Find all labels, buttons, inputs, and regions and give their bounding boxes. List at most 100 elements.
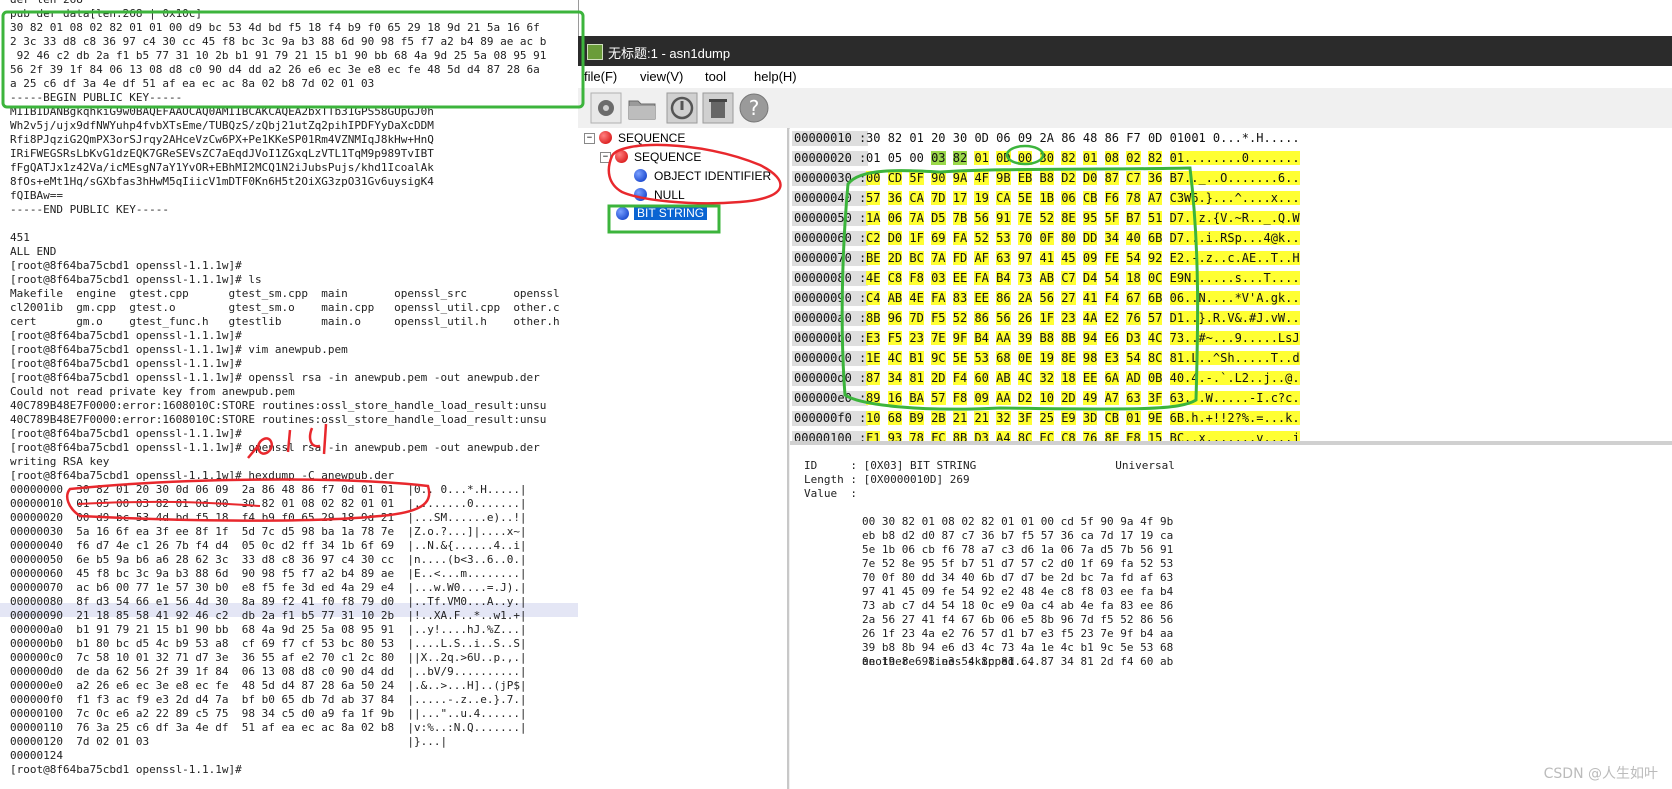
terminal-panel[interactable]: der len 268pub der data[len:268 | 0x10c]… xyxy=(0,0,579,789)
toolbar: ? xyxy=(578,88,1672,129)
info-skipped-note: another 6 lines skipped.... xyxy=(862,655,1041,668)
hex-address: 00000020 : xyxy=(792,151,869,166)
hex-address: 00000080 : xyxy=(792,271,869,286)
value-line: 7e 52 8e 95 5f b7 51 d7 57 c2 d0 1f 69 f… xyxy=(862,557,1174,570)
folder-icon[interactable] xyxy=(626,92,658,124)
terminal-line: 00000090 21 18 85 58 41 92 46 c2 db 2a f… xyxy=(10,609,527,622)
terminal-line: 00000060 45 f8 bc 3c 9a b3 88 6d 90 98 f… xyxy=(10,567,527,580)
terminal-line: 000000e0 a2 26 e6 ec 3e e8 ec fe 48 5d d… xyxy=(10,679,527,692)
hex-row[interactable]: 000000c0 :1E 4C B1 9C 5E 53 68 0E 19 8E … xyxy=(790,348,1390,368)
hex-ascii: .L..^Sh.....T..d xyxy=(1184,351,1300,365)
hex-bytes: 30 82 01 20 30 0D 06 09 2A 86 48 86 F7 0… xyxy=(866,131,1206,145)
info-icon[interactable] xyxy=(666,92,698,124)
hex-address: 000000a0 : xyxy=(792,311,869,326)
hex-address: 000000e0 : xyxy=(792,391,869,406)
hex-row[interactable]: 00000020 :01 05 00 03 82 01 0D 00 30 82 … xyxy=(790,148,1390,168)
hex-ascii: ...i.RSp...4@k.. xyxy=(1184,231,1300,245)
terminal-line: 000000b0 b1 80 bc d5 4c b9 53 a8 cf 69 f… xyxy=(10,637,527,650)
hex-address: 00000040 : xyxy=(792,191,869,206)
menu-file[interactable]: file(F) xyxy=(584,69,617,84)
hex-bytes: 10 68 B9 2B 21 21 32 3F 25 E9 3D CB 01 9… xyxy=(866,411,1206,425)
hex-bytes: C2 D0 1F 69 FA 52 53 70 0F 80 DD 34 40 6… xyxy=(866,231,1206,245)
terminal-line: 00000030 5a 16 6f ea 3f ee 8f 1f 5d 7c d… xyxy=(10,525,527,538)
terminal-line: cert gm.o gtest_func.h gtestlib main.o o… xyxy=(10,315,560,328)
terminal-line: 00000120 7d 02 01 03 |}...| xyxy=(10,735,448,748)
terminal-line: 000000d0 de da 62 56 2f 39 1f 84 06 13 0… xyxy=(10,665,527,678)
window-title: 无标题:1 - asn1dump xyxy=(608,46,731,61)
open-folder-icon[interactable] xyxy=(590,92,622,124)
hex-row[interactable]: 00000030 :00 CD 5F 90 9A 4F 9B EB B8 D2 … xyxy=(790,168,1390,188)
hex-row[interactable]: 00000050 :1A 06 7A D5 7B 56 91 7E 52 8E … xyxy=(790,208,1390,228)
hex-address: 000000d0 : xyxy=(792,371,869,386)
terminal-line: 00000000 30 82 01 20 30 0d 06 09 2a 86 4… xyxy=(10,483,527,496)
hex-ascii: ..}.R.V&.#J.vW.. xyxy=(1184,311,1300,325)
hex-bytes: 89 16 BA 57 F8 09 AA D2 10 2D 49 A7 63 3… xyxy=(866,391,1206,405)
hex-row[interactable]: 000000a0 :8B 96 7D F5 52 86 56 26 1F 23 … xyxy=(790,308,1390,328)
value-line: 70 0f 80 dd 34 40 6b d7 d7 be 2d bc 7a f… xyxy=(862,571,1174,584)
hex-ascii: W6.}...^....x... xyxy=(1184,191,1300,205)
terminal-line: [root@8f64ba75cbd1 openssl-1.1.1w]# ls xyxy=(10,273,262,286)
info-value-label: Value : xyxy=(804,487,857,500)
terminal-line: 92 46 c2 db 2a f1 b5 77 31 10 2b b1 91 7… xyxy=(10,49,547,62)
value-line: 00 30 82 01 08 02 82 01 01 00 cd 5f 90 9… xyxy=(862,515,1174,528)
terminal-line: -----BEGIN PUBLIC KEY----- xyxy=(10,91,183,104)
hex-ascii: N......s...T.... xyxy=(1184,271,1300,285)
terminal-line: ALL END xyxy=(10,245,57,258)
terminal-line: Could not read private key from anewpub.… xyxy=(10,385,295,398)
value-line: eb b8 d2 d0 87 c7 36 b7 f5 57 36 ca 7d 1… xyxy=(862,529,1174,542)
hex-address: 000000f0 : xyxy=(792,411,869,426)
svg-text:?: ? xyxy=(749,96,760,120)
hex-row[interactable]: 000000d0 :87 34 81 2D F4 60 AB 4C 32 18 … xyxy=(790,368,1390,388)
delete-icon[interactable] xyxy=(702,92,734,124)
value-line: 26 1f 23 4a e2 76 57 d1 b7 e3 f5 23 7e 9… xyxy=(862,627,1174,640)
menu-tool[interactable]: tool xyxy=(705,69,726,84)
hex-address: 000000b0 : xyxy=(792,331,869,346)
terminal-line: 00000124 xyxy=(10,749,63,762)
hex-bytes: 01 05 00 03 82 01 0D 00 30 82 01 08 02 8… xyxy=(866,151,1206,165)
hex-bytes: 57 36 CA 7D 17 19 CA 5E 1B 06 CB F6 78 A… xyxy=(866,191,1206,205)
hex-row[interactable]: 000000b0 : E3 F5 23 7E 9F B4 AA 39 B8 8B … xyxy=(790,328,1390,348)
terminal-line: Makefile engine gtest.cpp gtest_sm.cpp m… xyxy=(10,287,560,300)
terminal-line: 8fOs+eMt1Hq/sGXbfas3hHwM5qIiicV1mDTF0Kn6… xyxy=(10,175,434,188)
terminal-line: pub der data[len:268 | 0x10c] xyxy=(10,7,203,20)
hex-bytes: 00 CD 5F 90 9A 4F 9B EB B8 D2 D0 87 C7 3… xyxy=(866,171,1206,185)
info-id: ID : [0X03] BIT STRING Universal xyxy=(804,459,1175,472)
hex-address: 00000050 : xyxy=(792,211,869,226)
menu-view[interactable]: view(V) xyxy=(640,69,683,84)
terminal-line: [root@8f64ba75cbd1 openssl-1.1.1w]# hexd… xyxy=(10,469,395,482)
terminal-line: 000000c0 7c 58 10 01 32 71 d7 3e 36 55 a… xyxy=(10,651,527,664)
terminal-line: 00000100 7c 0c e6 a2 22 89 c5 75 98 34 c… xyxy=(10,707,527,720)
terminal-line: 00000040 f6 d7 4e c1 26 7b f4 d4 05 0c d… xyxy=(10,539,527,552)
hex-bytes: 4E C8 F8 03 EE FA B4 73 AB C7 D4 54 18 0… xyxy=(866,271,1206,285)
help-icon[interactable]: ? xyxy=(738,92,770,124)
value-line: 2a 56 27 41 f4 67 6b 06 e5 8b 96 7d f5 5… xyxy=(862,613,1174,626)
hex-row[interactable]: 00000040 :57 36 CA 7D 17 19 CA 5E 1B 06 … xyxy=(790,188,1390,208)
hex-view[interactable]: 00000010 :30 82 01 20 30 0D 06 09 2A 86 … xyxy=(790,128,1672,466)
hex-address: 00000010 : xyxy=(792,131,869,146)
hex-row[interactable]: 00000070 : BE 2D BC 7A FD AF 63 97 41 45 … xyxy=(790,248,1390,268)
terminal-line: Rfi8PJqziG2QmPX3orSJrqy2AHceVzCw6PX+Pe1K… xyxy=(10,133,434,146)
hex-ascii: .-.z..c.AE..T..H xyxy=(1184,251,1300,265)
hex-row[interactable]: 00000060 : C2 D0 1F 69 FA 52 53 70 0F 80 … xyxy=(790,228,1390,248)
hex-row[interactable]: 000000f0 :10 68 B9 2B 21 21 32 3F 25 E9 … xyxy=(790,408,1390,428)
terminal-line: [root@8f64ba75cbd1 openssl-1.1.1w]# xyxy=(10,427,242,440)
app-icon xyxy=(587,44,603,60)
terminal-line: fFgQATJx1z42Va/icMEsgN7aY1YvOR+EBhMI2MCQ… xyxy=(10,161,434,174)
hex-row[interactable]: 000000e0 :89 16 BA 57 F8 09 AA D2 10 2D … xyxy=(790,388,1390,408)
menu-help[interactable]: help(H) xyxy=(754,69,797,84)
terminal-line: 40C789B48E7F0000:error:1608010C:STORE ro… xyxy=(10,399,547,412)
value-line: 73 ab c7 d4 54 18 0c e9 0a c4 ab 4e fa 8… xyxy=(862,599,1174,612)
hex-row[interactable]: 00000090 : C4 AB 4E FA 83 EE 86 2A 56 27 … xyxy=(790,288,1390,308)
hex-row[interactable]: 00000080 :4E C8 F8 03 EE FA B4 73 AB C7 … xyxy=(790,268,1390,288)
menu-bar: file(F) view(V) tool help(H) xyxy=(578,66,1672,88)
terminal-line: [root@8f64ba75cbd1 openssl-1.1.1w]# xyxy=(10,357,242,370)
title-bar[interactable]: 无标题:1 - asn1dump xyxy=(578,36,1672,66)
hex-address: 000000c0 : xyxy=(792,351,869,366)
hex-bytes: E3 F5 23 7E 9F B4 AA 39 B8 8B 94 E6 D3 4… xyxy=(866,331,1206,345)
sequence-icon xyxy=(615,150,628,163)
hex-address: 00000070 : xyxy=(792,251,869,266)
hex-row[interactable]: 00000010 :30 82 01 20 30 0D 06 09 2A 86 … xyxy=(790,128,1390,148)
hex-bytes: BE 2D BC 7A FD AF 63 97 41 45 09 FE 54 9… xyxy=(866,251,1206,265)
terminal-line: 40C789B48E7F0000:error:1608010C:STORE ro… xyxy=(10,413,547,426)
terminal-line: 2 3c 33 d8 c8 36 97 c4 30 cc 45 f8 bc 3c… xyxy=(10,35,547,48)
